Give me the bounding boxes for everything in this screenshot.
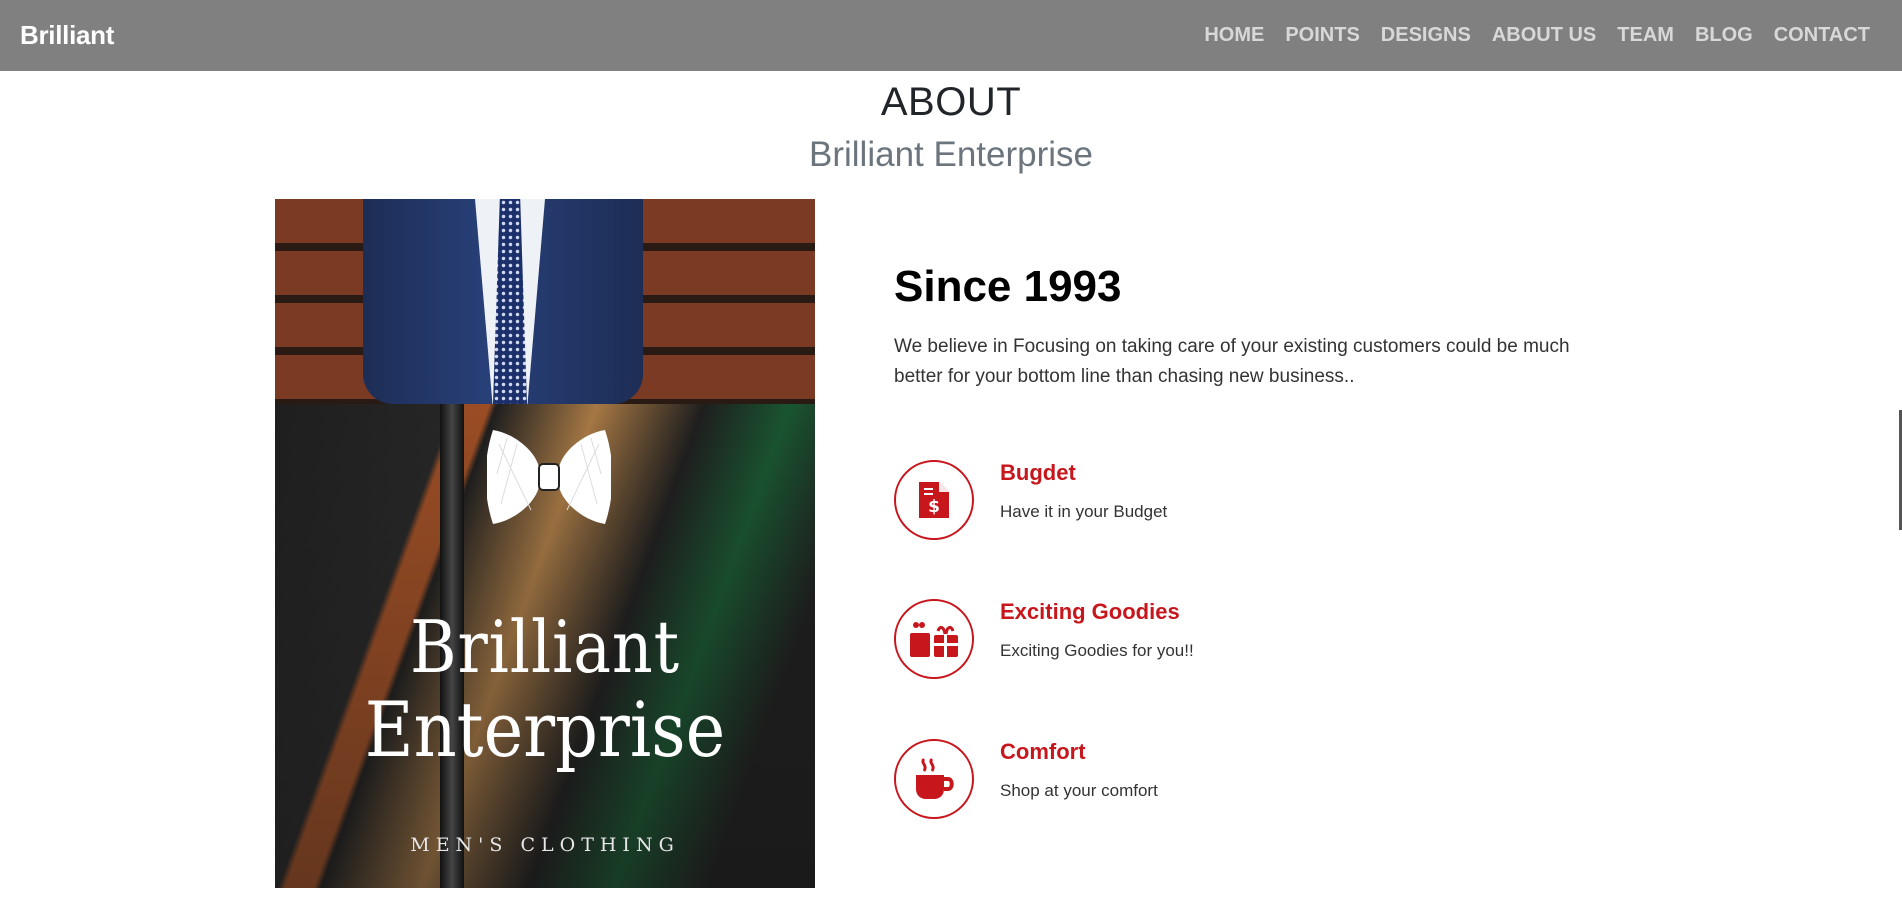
navbar: Brilliant HOME POINTS DESIGNS ABOUT US T… (0, 0, 1902, 71)
coffee-cup-icon (916, 757, 954, 799)
brand-logo[interactable]: Brilliant (20, 20, 114, 51)
feature-budget: $ Bugdet Have it in your Budget (894, 460, 1594, 542)
section-title: ABOUT (880, 80, 1022, 124)
logo-text-enterprise: Enterprise (364, 685, 726, 774)
nav-links: HOME POINTS DESIGNS ABOUT US TEAM BLOG C… (1183, 24, 1870, 47)
feature-text: Exciting Goodies for you!! (1000, 641, 1194, 660)
feature-goodies: Exciting Goodies Exciting Goodies for yo… (894, 599, 1594, 681)
svg-text:$: $ (928, 497, 940, 517)
nav-link-home[interactable]: HOME (1204, 24, 1264, 47)
nav-link-blog[interactable]: BLOG (1695, 24, 1753, 47)
feature-title: Exciting Goodies (1000, 599, 1180, 624)
bowtie-icon (487, 430, 611, 524)
nav-link-designs[interactable]: DESIGNS (1381, 24, 1471, 47)
feature-title: Bugdet (1000, 460, 1076, 485)
nav-link-about-us[interactable]: ABOUT US (1492, 24, 1596, 47)
feature-text: Shop at your comfort (1000, 781, 1158, 800)
feature-icon-circle: $ (894, 460, 974, 540)
feature-icon-circle (894, 739, 974, 819)
gifts-icon (910, 622, 958, 657)
nav-link-contact[interactable]: CONTACT (1774, 24, 1870, 47)
nav-link-team[interactable]: TEAM (1617, 24, 1674, 47)
feature-icon-circle (894, 599, 974, 679)
about-image: Brilliant Enterprise MEN'S CLOTHING (275, 199, 815, 888)
since-heading: Since 1993 (894, 262, 1122, 311)
logo-tagline: MEN'S CLOTHING (410, 834, 680, 856)
invoice-dollar-icon: $ (919, 482, 949, 518)
logo-text-brilliant: Brilliant (410, 605, 680, 689)
feature-text: Have it in your Budget (1000, 502, 1168, 521)
nav-link-points[interactable]: POINTS (1285, 24, 1359, 47)
feature-title: Comfort (1000, 739, 1086, 764)
brand-logo-image: Brilliant Enterprise MEN'S CLOTHING (275, 404, 815, 888)
feature-comfort: Comfort Shop at your comfort (894, 739, 1594, 821)
since-description: We believe in Focusing on taking care of… (894, 336, 1570, 387)
section-subtitle: Brilliant Enterprise (809, 135, 1093, 174)
suit-photo (275, 199, 815, 404)
